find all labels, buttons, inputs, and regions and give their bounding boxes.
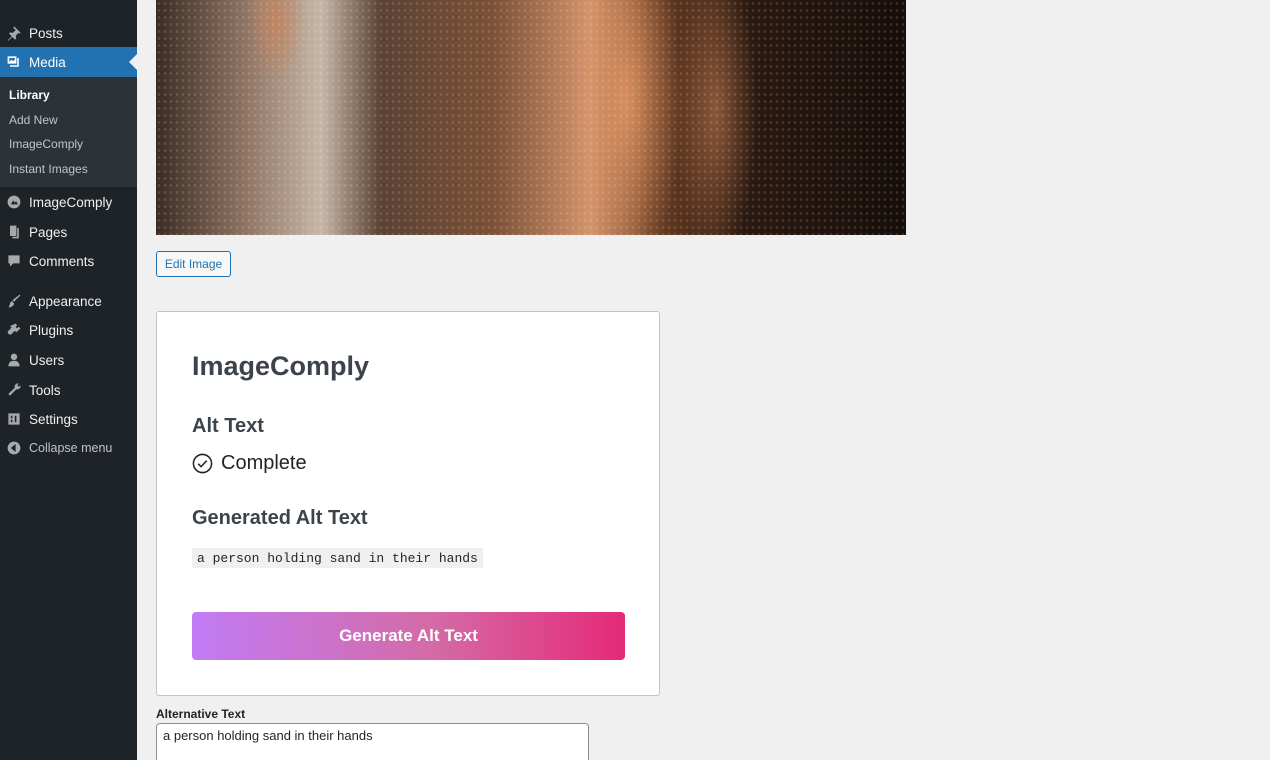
status-text: Complete bbox=[221, 452, 307, 474]
media-icon bbox=[0, 54, 28, 70]
check-circle-icon bbox=[192, 453, 213, 474]
submenu-item-library[interactable]: Library bbox=[9, 88, 50, 102]
sidebar-item-pages[interactable]: Pages bbox=[0, 217, 137, 247]
collapse-menu-label: Collapse menu bbox=[29, 441, 113, 455]
generate-alt-text-button[interactable]: Generate Alt Text bbox=[192, 612, 625, 660]
image-texture bbox=[156, 0, 906, 235]
submenu-item-add-new[interactable]: Add New bbox=[9, 113, 58, 127]
panel-title: ImageComply bbox=[192, 351, 370, 381]
sidebar-item-label: Posts bbox=[29, 25, 63, 41]
media-image-preview bbox=[156, 0, 906, 235]
alt-text-heading: Alt Text bbox=[192, 415, 264, 437]
admin-sidebar: Posts Media Library Add New ImageComply … bbox=[0, 0, 137, 760]
sidebar-item-posts[interactable]: Posts bbox=[0, 18, 137, 48]
sidebar-item-label: ImageComply bbox=[29, 194, 113, 210]
sidebar-item-label: Users bbox=[29, 352, 65, 368]
alternative-text-field[interactable]: a person holding sand in their hands bbox=[156, 723, 589, 760]
alt-text-status: Complete bbox=[192, 452, 307, 475]
collapse-menu-button[interactable]: Collapse menu bbox=[0, 433, 137, 463]
sidebar-item-label: Media bbox=[29, 54, 66, 70]
sidebar-item-users[interactable]: Users bbox=[0, 345, 137, 375]
wrench-icon bbox=[0, 382, 28, 398]
users-icon bbox=[0, 352, 28, 368]
comment-icon bbox=[0, 253, 28, 269]
paintbrush-icon bbox=[0, 293, 28, 309]
collapse-arrow-icon bbox=[0, 440, 28, 456]
generated-alt-text-heading: Generated Alt Text bbox=[192, 507, 368, 529]
edit-image-button[interactable]: Edit Image bbox=[156, 251, 231, 277]
sidebar-item-imagecomply[interactable]: ImageComply bbox=[0, 187, 137, 217]
sidebar-item-media[interactable]: Media bbox=[0, 47, 137, 77]
sidebar-item-label: Plugins bbox=[29, 322, 74, 338]
sidebar-item-appearance[interactable]: Appearance bbox=[0, 286, 137, 316]
pushpin-icon bbox=[0, 25, 28, 41]
plugin-icon bbox=[0, 322, 28, 338]
submenu-item-imagecomply[interactable]: ImageComply bbox=[9, 137, 83, 151]
sidebar-item-label: Pages bbox=[29, 224, 68, 240]
sidebar-item-plugins[interactable]: Plugins bbox=[0, 315, 137, 345]
sidebar-item-comments[interactable]: Comments bbox=[0, 246, 137, 276]
alternative-text-label: Alternative Text bbox=[156, 707, 246, 721]
sidebar-item-settings[interactable]: Settings bbox=[0, 404, 137, 434]
generated-alt-text-value: a person holding sand in their hands bbox=[192, 548, 483, 568]
active-indicator bbox=[129, 54, 137, 70]
sidebar-item-label: Comments bbox=[29, 253, 95, 269]
sidebar-item-label: Tools bbox=[29, 382, 61, 398]
pages-icon bbox=[0, 224, 28, 240]
imagecomply-icon bbox=[0, 194, 28, 210]
submenu-item-instant-images[interactable]: Instant Images bbox=[9, 162, 88, 176]
settings-icon bbox=[0, 411, 28, 427]
media-submenu: Library Add New ImageComply Instant Imag… bbox=[0, 77, 137, 187]
sidebar-item-label: Settings bbox=[29, 411, 78, 427]
sidebar-item-tools[interactable]: Tools bbox=[0, 375, 137, 405]
imagecomply-panel: ImageComply Alt Text Complete Generated … bbox=[156, 311, 660, 696]
sidebar-item-label: Appearance bbox=[29, 293, 102, 309]
